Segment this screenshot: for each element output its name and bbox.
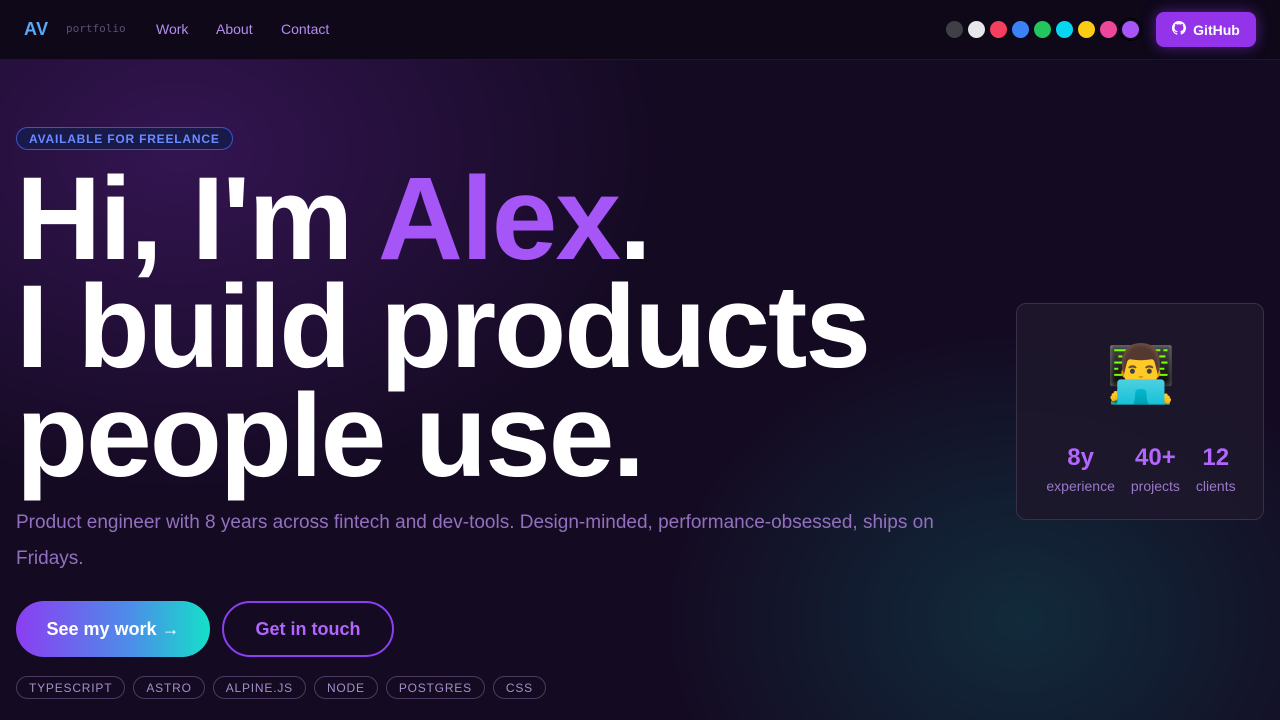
headline-line-2: I build products — [16, 261, 871, 393]
tag-node: NODE — [313, 676, 378, 699]
tag-postgres: POSTGRES — [385, 676, 485, 699]
theme-color-swatch[interactable] — [990, 21, 1007, 38]
theme-color-swatch[interactable] — [1122, 21, 1139, 38]
stat-projects: 40+ projects — [1131, 444, 1180, 494]
profile-card: 👨‍💻 8y experience 40+ projects 12 client… — [1016, 303, 1264, 520]
nav-link-about[interactable]: About — [216, 21, 253, 37]
get-in-touch-button[interactable]: Get in touch — [222, 601, 394, 657]
theme-color-swatch[interactable] — [968, 21, 985, 38]
theme-color-swatch[interactable] — [1012, 21, 1029, 38]
tag-astro: ASTRO — [133, 676, 205, 699]
nav-link-work[interactable]: Work — [156, 21, 188, 37]
top-nav: AV portfolio Work About Contact GitHub — [0, 0, 1280, 60]
hero-subtext: Product engineer with 8 years across fin… — [16, 512, 934, 569]
stat-label: projects — [1130, 478, 1180, 494]
stat-experience: 8y experience — [1046, 444, 1115, 494]
avatar: 👨‍💻 — [1106, 342, 1176, 405]
tag-alpinejs: ALPINE.JS — [212, 676, 306, 699]
stats-row: 8y experience 40+ projects 12 clients — [1017, 444, 1265, 494]
stat-value: 12 — [1202, 444, 1230, 471]
theme-color-swatch[interactable] — [1056, 21, 1073, 38]
github-label: GitHub — [1193, 21, 1240, 38]
stat-label: clients — [1195, 478, 1236, 494]
tag-css: CSS — [492, 676, 546, 699]
tag-typescript: TYPESCRIPT — [16, 676, 126, 699]
theme-color-swatch[interactable] — [1034, 21, 1051, 38]
logo[interactable]: AV — [24, 19, 49, 40]
theme-color-swatch[interactable] — [1100, 21, 1117, 38]
headline-line-3: people use. — [16, 370, 645, 502]
theme-color-swatch[interactable] — [946, 21, 963, 38]
stat-value: 40+ — [1135, 444, 1176, 471]
stat-label: experience — [1046, 478, 1115, 494]
stat-value: 8y — [1067, 444, 1094, 471]
theme-color-swatch[interactable] — [1078, 21, 1095, 38]
github-icon — [1172, 21, 1187, 38]
nav-link-contact[interactable]: Contact — [281, 21, 329, 37]
stat-clients: 12 clients — [1196, 444, 1236, 494]
see-my-work-button[interactable]: See my work → — [16, 601, 210, 657]
github-button[interactable]: GitHub — [1156, 12, 1256, 47]
logo-subtitle: portfolio — [66, 22, 126, 35]
tech-tags: TYPESCRIPT ASTRO ALPINE.JS NODE POSTGRES… — [16, 676, 546, 699]
availability-badge: AVAILABLE FOR FREELANCE — [16, 127, 233, 150]
